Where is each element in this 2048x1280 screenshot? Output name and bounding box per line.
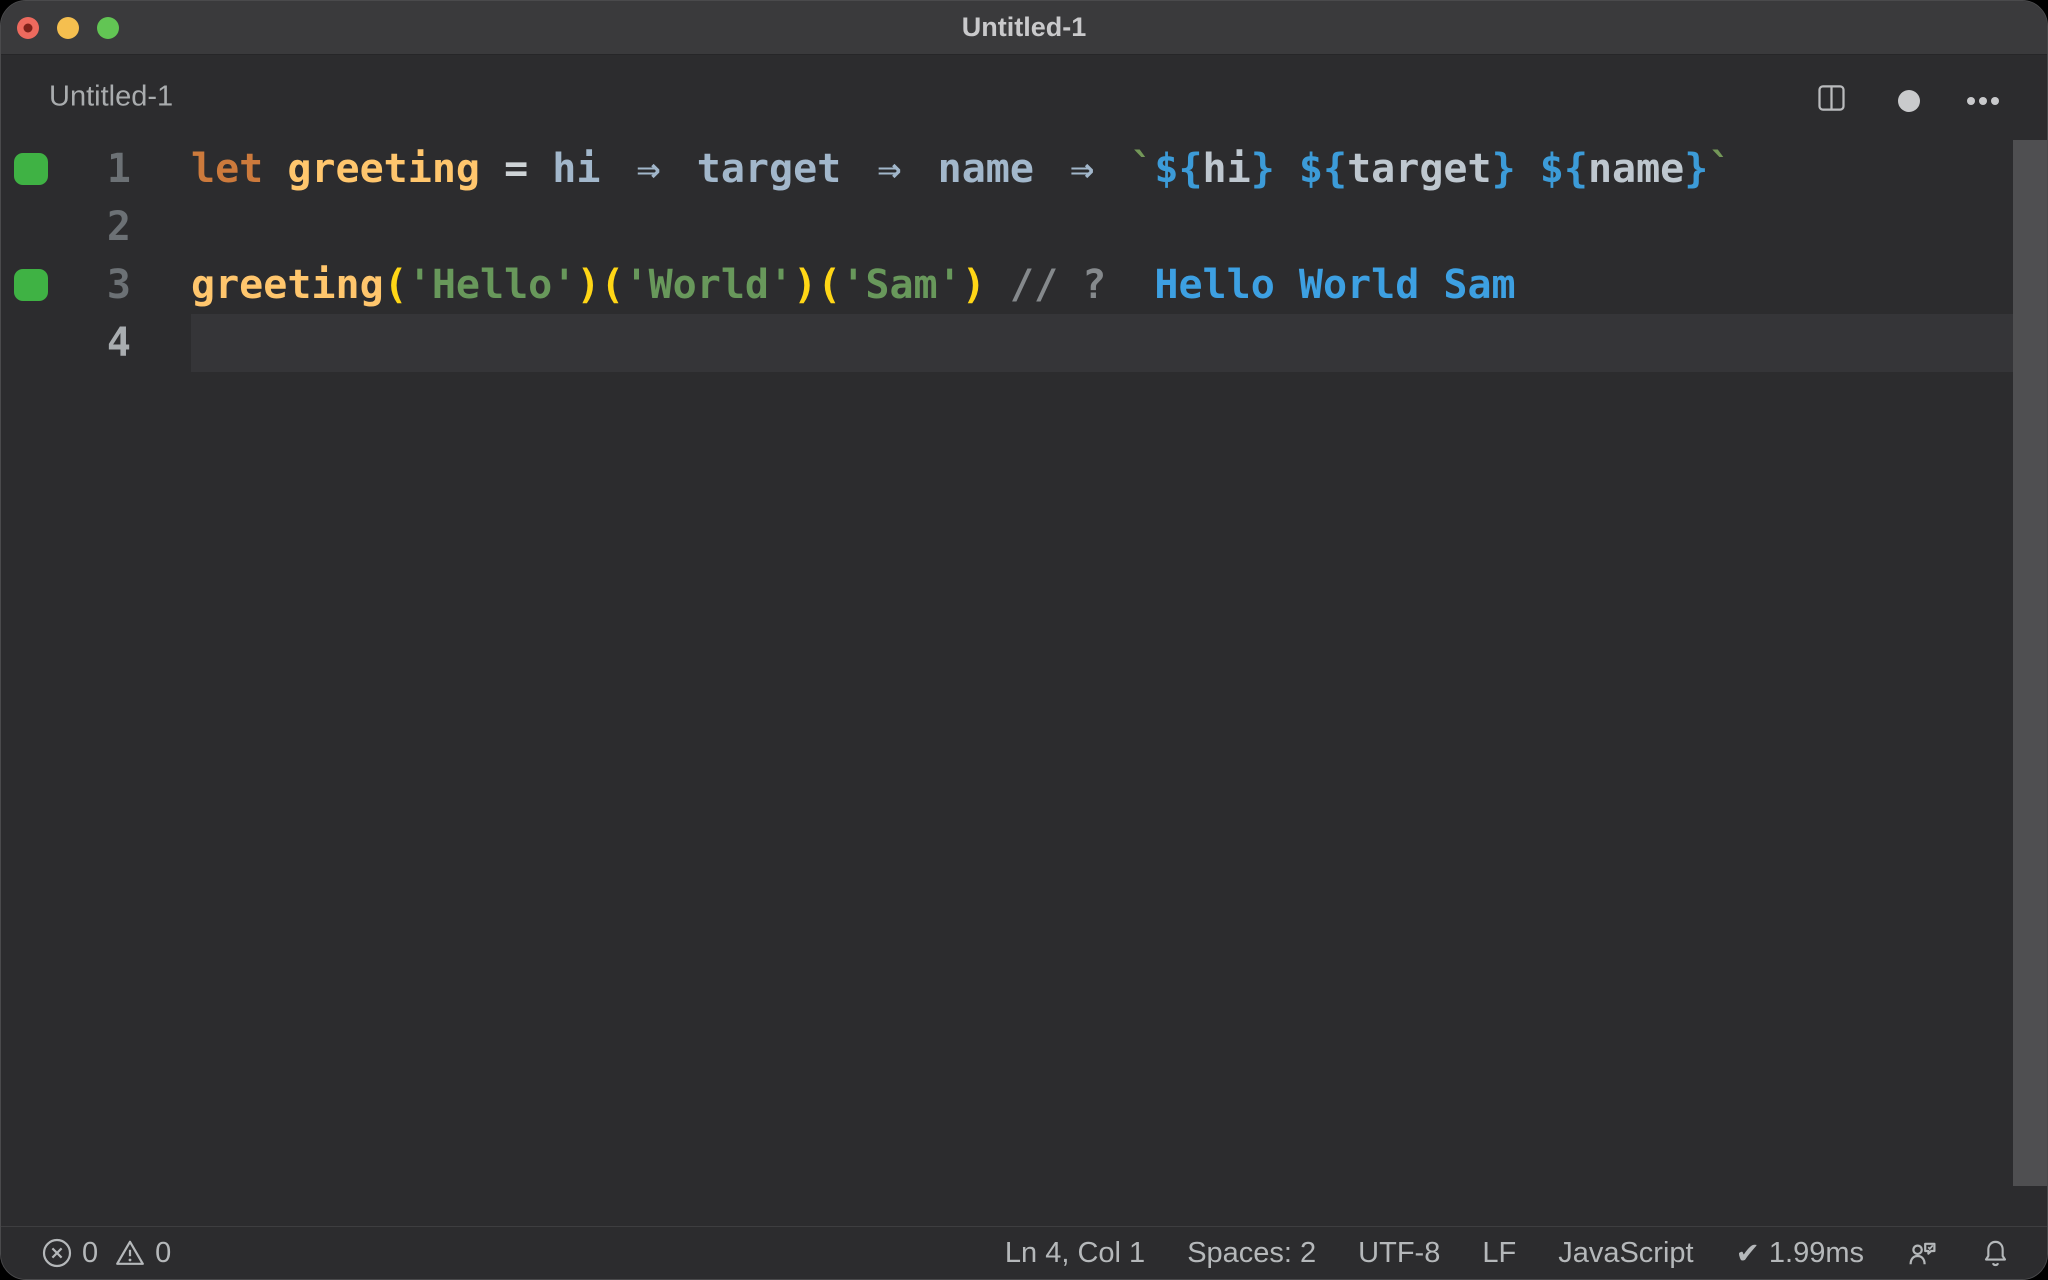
code-token: ${ <box>1298 146 1348 192</box>
minimize-button[interactable] <box>57 17 79 39</box>
code-line-content[interactable] <box>191 314 2013 372</box>
status-item-label: 0 <box>82 1236 99 1269</box>
coverage-indicator <box>14 269 48 301</box>
code-token: ` <box>1130 146 1155 192</box>
status-bar-right: Ln 4, Col 1 Spaces: 2 UTF-8 LF JavaScript ✔ 1.… <box>1005 1236 2011 1271</box>
status-item-label: Spaces: 2 <box>1187 1236 1317 1269</box>
code-line-content[interactable]: let greeting = hi ⇒ target ⇒ name ⇒ `${h… <box>191 140 2013 198</box>
status-item-quokka-run-time[interactable]: ✔ 1.99ms <box>1736 1236 1864 1271</box>
app-window: Untitled-1 Untitled-1 1 let greeting = hi… <box>0 0 2048 1280</box>
warning-triangle-icon <box>114 1237 146 1269</box>
split-editor-icon[interactable] <box>1816 83 1847 118</box>
code-token: target <box>1347 146 1492 192</box>
line-number[interactable]: 2 <box>1 198 131 256</box>
code-token: Hello World Sam <box>1154 262 1516 308</box>
traffic-lights <box>17 17 119 39</box>
code-token: greeting <box>191 262 384 308</box>
code-line: 4 <box>1 314 2047 372</box>
titlebar: Untitled-1 <box>1 1 2047 55</box>
code-token: ) <box>576 262 601 308</box>
editor-lines: 1 let greeting = hi ⇒ target ⇒ name ⇒ `${… <box>1 139 2047 1226</box>
code-token: hi <box>1202 146 1251 192</box>
line-number[interactable]: 4 <box>1 314 131 372</box>
status-item-warnings[interactable]: 0 <box>114 1237 171 1270</box>
status-item-language-mode[interactable]: JavaScript <box>1558 1237 1693 1270</box>
status-item-eol-sequence[interactable]: LF <box>1482 1237 1516 1270</box>
code-line-content[interactable]: greeting('Hello')('World')('Sam') // ? H… <box>191 256 2013 314</box>
status-item-label: UTF-8 <box>1358 1236 1441 1269</box>
feedback-icon <box>1906 1237 1938 1269</box>
code-token: name <box>1587 146 1685 192</box>
code-editor[interactable]: 1 let greeting = hi ⇒ target ⇒ name ⇒ `${… <box>1 139 2047 1226</box>
status-item-feedback[interactable] <box>1906 1237 1938 1269</box>
bell-icon <box>1980 1238 2011 1269</box>
status-item-indentation[interactable]: Spaces: 2 <box>1187 1237 1316 1270</box>
status-bar-left: 00 <box>41 1237 171 1270</box>
editor-header: Untitled-1 <box>1 55 2047 139</box>
code-token: ` <box>1708 146 1733 192</box>
code-token: ) <box>793 262 818 308</box>
status-item-label: Ln 4, Col 1 <box>1004 1236 1146 1269</box>
code-token: ( <box>600 262 625 308</box>
code-token: ( <box>817 262 842 308</box>
code-token: name <box>937 146 1034 192</box>
zoom-button[interactable] <box>97 17 119 39</box>
code-token: 'Hello' <box>407 262 577 308</box>
more-actions-icon[interactable] <box>1967 97 1999 105</box>
code-token: } <box>1491 146 1516 192</box>
code-token: ) <box>961 262 986 308</box>
code-token: greeting <box>287 146 480 192</box>
code-token: } <box>1684 146 1709 192</box>
status-bar: 00 Ln 4, Col 1 Spaces: 2 UTF-8 LF JavaScript… <box>1 1226 2047 1279</box>
code-line: 3 greeting('Hello')('World')('Sam') // ? … <box>1 256 2047 314</box>
unsaved-dot-indicator[interactable] <box>1898 90 1920 112</box>
code-line-content[interactable] <box>191 198 2013 256</box>
check-icon: ✔ <box>1735 1237 1760 1270</box>
code-token: ⇒ <box>636 146 661 192</box>
code-token: = <box>480 146 553 192</box>
close-button[interactable] <box>17 17 39 39</box>
document-modified-dot <box>23 23 33 33</box>
code-token: ${ <box>1154 146 1203 192</box>
code-token: ${ <box>1539 146 1588 192</box>
code-token: 'Sam' <box>841 262 962 308</box>
status-item-label: JavaScript <box>1558 1236 1694 1269</box>
status-item-label: 0 <box>155 1236 172 1269</box>
code-token: hi <box>552 146 601 192</box>
window-title: Untitled-1 <box>961 12 1087 42</box>
code-line: 2 <box>1 198 2047 256</box>
coverage-indicator <box>14 153 48 185</box>
code-token: 'World' <box>624 262 794 308</box>
code-token: target <box>696 146 842 192</box>
tab-label[interactable]: Untitled-1 <box>49 81 173 114</box>
code-token: } <box>1250 146 1275 192</box>
code-token: ⇒ <box>1070 146 1095 192</box>
status-item-errors[interactable]: 0 <box>41 1237 98 1270</box>
status-item-encoding[interactable]: UTF-8 <box>1358 1237 1440 1270</box>
code-token: ⇒ <box>877 146 902 192</box>
code-token: let <box>191 146 264 192</box>
status-item-notifications[interactable] <box>1980 1238 2011 1269</box>
status-item-label: LF <box>1482 1236 1517 1269</box>
status-item-cursor-position[interactable]: Ln 4, Col 1 <box>1005 1237 1145 1270</box>
code-line: 1 let greeting = hi ⇒ target ⇒ name ⇒ `${… <box>1 140 2047 198</box>
code-token: ( <box>383 262 408 308</box>
scrollbar-thumb[interactable] <box>2013 140 2047 1186</box>
error-circle-icon <box>41 1237 73 1269</box>
code-token: // ? <box>1009 262 1107 308</box>
status-item-label: 1.99ms <box>1768 1236 1864 1269</box>
